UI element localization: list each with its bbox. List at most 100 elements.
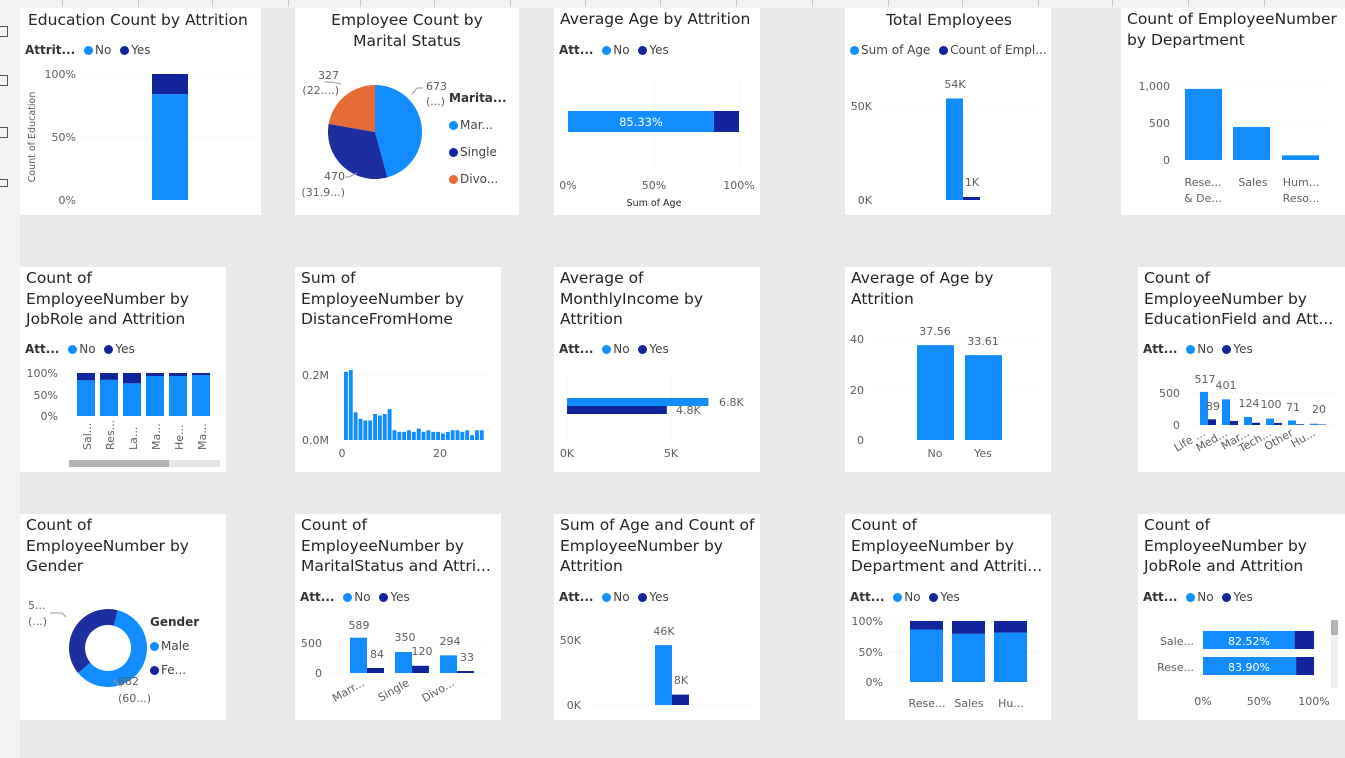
bar-yes[interactable]	[1230, 420, 1238, 425]
legend-item-female[interactable]: Fe...	[161, 663, 186, 677]
stacked-bars[interactable]	[910, 621, 1027, 682]
legend-item-married[interactable]: Mar...	[460, 118, 493, 132]
bar-no[interactable]	[1222, 399, 1230, 425]
bar-yes[interactable]	[412, 665, 429, 673]
bar-yes[interactable]	[152, 74, 188, 95]
bar-yes[interactable]	[169, 373, 187, 377]
scrollbar-thumb[interactable]	[69, 460, 169, 467]
bar-yes[interactable]	[1296, 424, 1304, 425]
bar-yes[interactable]	[367, 667, 384, 673]
histogram-bar[interactable]	[368, 420, 373, 441]
count-by-jobrole-attrition-card-2[interactable]: Count of EmployeeNumber by JobRole and A…	[1138, 514, 1345, 720]
histogram-bar[interactable]	[411, 431, 416, 440]
histogram-bar[interactable]	[344, 371, 348, 440]
bar-yes[interactable]	[100, 373, 118, 380]
bar-yes[interactable]	[713, 111, 739, 132]
bar-no[interactable]	[1266, 418, 1274, 425]
bar-no[interactable]	[192, 375, 210, 416]
bar-no[interactable]	[100, 379, 118, 416]
bar-no[interactable]	[395, 652, 412, 673]
histogram-bar[interactable]	[382, 414, 387, 440]
dax-query-view-icon[interactable]	[0, 179, 8, 187]
histogram-bar[interactable]	[363, 420, 368, 441]
legend-item-divorced[interactable]: Divo...	[460, 172, 498, 186]
count-by-educationfield-attrition-card[interactable]: Count of EmployeeNumber by EducationFiel…	[1138, 267, 1345, 472]
sum-by-distancefromhome-card[interactable]: Sum of EmployeeNumber by DistanceFromHom…	[295, 267, 501, 472]
histogram-bar[interactable]	[460, 431, 465, 440]
bar-yes[interactable]	[1208, 419, 1216, 425]
avg-monthlyincome-by-attrition-card[interactable]: Average of MonthlyIncome by Attrition At…	[554, 267, 760, 472]
bar-no[interactable]	[952, 633, 985, 682]
histogram-bar[interactable]	[358, 418, 363, 440]
education-count-by-attrition-card[interactable]: Education Count by Attrition Attrit... N…	[20, 8, 261, 215]
scrollbar-thumb[interactable]	[1331, 620, 1338, 635]
bar-no[interactable]	[1310, 423, 1318, 425]
histogram-bars[interactable]	[344, 370, 484, 440]
legend-item-single[interactable]: Single	[460, 145, 497, 159]
bar-sum-of-age[interactable]	[946, 98, 963, 200]
average-age-by-attrition-card[interactable]: Average Age by Attrition Att... No Yes 8…	[554, 8, 760, 215]
total-employees-card[interactable]: Total Employees Sum of Age Count of Empl…	[845, 8, 1051, 215]
bar-yes[interactable]	[672, 694, 689, 705]
report-view-icon[interactable]	[0, 26, 8, 37]
average-of-age-by-attrition-card[interactable]: Average of Age by Attrition 40 20 0 37.5…	[845, 267, 1051, 472]
histogram-bar[interactable]	[465, 430, 470, 440]
bar-no[interactable]	[1244, 417, 1252, 425]
bar-yes[interactable]	[457, 671, 474, 673]
donut-slice-female[interactable]	[69, 609, 118, 673]
bar-yes[interactable]	[77, 373, 95, 381]
bar-yes[interactable]	[965, 355, 1002, 440]
bar-no[interactable]	[994, 632, 1027, 682]
histogram-bar[interactable]	[455, 430, 460, 440]
histogram-bar[interactable]	[392, 430, 397, 440]
bar-no[interactable]	[123, 383, 141, 416]
bar-no[interactable]	[146, 376, 164, 416]
bar-yes[interactable]	[952, 621, 985, 634]
bar-yes[interactable]	[123, 373, 141, 384]
bar-no[interactable]	[169, 376, 187, 416]
chart-legend[interactable]: Gender Male Fe...	[150, 610, 199, 682]
count-by-jobrole-attrition-card[interactable]: Count of EmployeeNumber by JobRole and A…	[20, 267, 226, 472]
histogram-bar[interactable]	[479, 430, 484, 440]
bar-yes[interactable]	[1296, 657, 1314, 675]
histogram-bar[interactable]	[441, 433, 445, 441]
employee-count-by-marital-status-card[interactable]: Employee Count by Marital Status 673 (..…	[295, 8, 519, 215]
histogram-bar[interactable]	[387, 409, 392, 440]
chart-legend[interactable]: Marita... Mar... Single Divo...	[449, 85, 507, 193]
bar-no[interactable]	[152, 94, 188, 200]
table-view-icon[interactable]	[0, 75, 8, 86]
histogram-bar[interactable]	[397, 431, 402, 440]
histogram-bar[interactable]	[431, 431, 436, 440]
histogram-bar[interactable]	[373, 414, 377, 440]
bar-no[interactable]	[1288, 420, 1296, 425]
bar-yes[interactable]	[567, 406, 667, 414]
legend-item-male[interactable]: Male	[161, 639, 189, 653]
bar-yes[interactable]	[146, 373, 164, 377]
count-by-gender-card[interactable]: Count of EmployeeNumber by Gender 5... (…	[20, 514, 226, 720]
histogram-bar[interactable]	[348, 370, 353, 440]
sum-age-count-by-attrition-card[interactable]: Sum of Age and Count of EmployeeNumber b…	[554, 514, 760, 720]
model-view-icon[interactable]	[0, 127, 8, 138]
bar-count[interactable]	[963, 197, 980, 200]
count-by-department-attrition-card[interactable]: Count of EmployeeNumber by Department an…	[845, 514, 1051, 720]
bar-no[interactable]	[77, 380, 95, 416]
bar-sales[interactable]	[1233, 126, 1270, 160]
bar-yes[interactable]	[1274, 422, 1282, 425]
bar-no[interactable]	[440, 655, 457, 673]
bar-yes[interactable]	[1252, 422, 1260, 425]
bar-research[interactable]	[1185, 88, 1222, 160]
histogram-bar[interactable]	[353, 412, 358, 440]
bar-yes[interactable]	[910, 621, 943, 630]
bar-no[interactable]	[917, 345, 954, 440]
histogram-bar[interactable]	[402, 431, 407, 440]
bar-yes[interactable]	[192, 373, 210, 376]
histogram-bar[interactable]	[445, 431, 450, 440]
histogram-bar[interactable]	[377, 415, 382, 440]
histogram-bar[interactable]	[450, 430, 455, 440]
histogram-bar[interactable]	[474, 430, 479, 440]
bar-no[interactable]	[910, 629, 943, 682]
bar-no[interactable]	[350, 637, 367, 673]
histogram-bar[interactable]	[426, 430, 431, 440]
histogram-bar[interactable]	[421, 431, 426, 440]
bar-human-resources[interactable]	[1282, 155, 1319, 160]
